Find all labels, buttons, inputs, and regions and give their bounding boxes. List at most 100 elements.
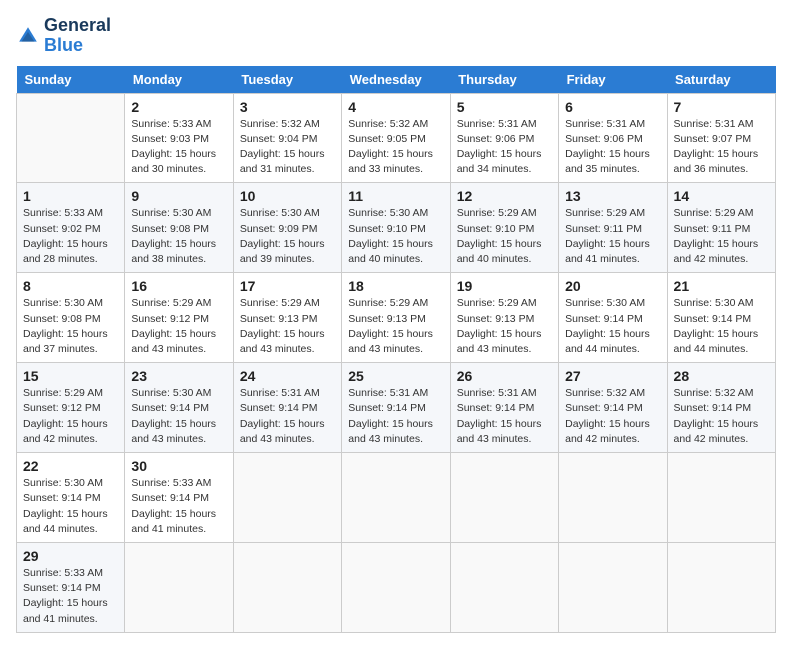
day-info: Sunrise: 5:29 AMSunset: 9:13 PMDaylight:… [348,296,443,357]
calendar-day-cell: 14 Sunrise: 5:29 AMSunset: 9:11 PMDayligh… [667,183,775,273]
calendar-day-cell: 23 Sunrise: 5:30 AMSunset: 9:14 PMDayligh… [125,363,233,453]
calendar-body: 2Sunrise: 5:33 AMSunset: 9:03 PMDaylight… [17,93,776,632]
day-info: Sunrise: 5:29 AMSunset: 9:11 PMDaylight:… [565,206,660,267]
day-info: Sunrise: 5:31 AMSunset: 9:14 PMDaylight:… [457,386,552,447]
page-header: General Blue [16,16,776,56]
day-info: Sunrise: 5:33 AMSunset: 9:03 PMDaylight:… [131,117,226,178]
calendar-header-cell: Monday [125,66,233,94]
day-info: Sunrise: 5:29 AMSunset: 9:13 PMDaylight:… [457,296,552,357]
day-number: 16 [131,278,226,294]
calendar-header-cell: Saturday [667,66,775,94]
calendar-day-cell: 11Sunrise: 5:30 AMSunset: 9:10 PMDayligh… [342,183,450,273]
calendar-week-row: 22Sunrise: 5:30 AMSunset: 9:14 PMDayligh… [17,453,776,543]
day-info: Sunrise: 5:30 AMSunset: 9:14 PMDaylight:… [131,386,226,447]
day-info: Sunrise: 5:33 AMSunset: 9:02 PMDaylight:… [23,206,118,267]
day-number: 10 [240,188,335,204]
calendar-day-cell: 9Sunrise: 5:30 AMSunset: 9:08 PMDaylight… [125,183,233,273]
day-info: Sunrise: 5:31 AMSunset: 9:06 PMDaylight:… [565,117,660,178]
calendar-day-cell: 29Sunrise: 5:33 AMSunset: 9:14 PMDayligh… [17,542,125,632]
calendar-day-cell [342,453,450,543]
calendar-day-cell: 12Sunrise: 5:29 AMSunset: 9:10 PMDayligh… [450,183,558,273]
calendar-day-cell: 16 Sunrise: 5:29 AMSunset: 9:12 PMDayligh… [125,273,233,363]
day-number: 5 [457,99,552,115]
day-info: Sunrise: 5:31 AMSunset: 9:14 PMDaylight:… [348,386,443,447]
day-info: Sunrise: 5:31 AMSunset: 9:06 PMDaylight:… [457,117,552,178]
calendar-day-cell [667,453,775,543]
day-number: 22 [23,458,118,474]
calendar-day-cell: 8 Sunrise: 5:30 AMSunset: 9:08 PMDaylight… [17,273,125,363]
calendar-day-cell [233,542,341,632]
calendar-day-cell [450,453,558,543]
calendar-day-cell: 19Sunrise: 5:29 AMSunset: 9:13 PMDayligh… [450,273,558,363]
day-number: 20 [565,278,660,294]
logo-icon [16,24,40,48]
calendar-day-cell: 21 Sunrise: 5:30 AMSunset: 9:14 PMDayligh… [667,273,775,363]
calendar-day-cell [450,542,558,632]
day-number: 13 [565,188,660,204]
day-number: 24 [240,368,335,384]
day-info: Sunrise: 5:29 AMSunset: 9:13 PMDaylight:… [240,296,335,357]
day-info: Sunrise: 5:30 AMSunset: 9:14 PMDaylight:… [674,296,769,357]
calendar-week-row: 2Sunrise: 5:33 AMSunset: 9:03 PMDaylight… [17,93,776,183]
calendar-week-row: 29Sunrise: 5:33 AMSunset: 9:14 PMDayligh… [17,542,776,632]
calendar-day-cell: 10 Sunrise: 5:30 AMSunset: 9:09 PMDayligh… [233,183,341,273]
day-info: Sunrise: 5:30 AMSunset: 9:08 PMDaylight:… [131,206,226,267]
day-number: 21 [674,278,769,294]
calendar-day-cell [342,542,450,632]
day-info: Sunrise: 5:30 AMSunset: 9:08 PMDaylight:… [23,296,118,357]
day-number: 26 [457,368,552,384]
calendar-week-row: 15 Sunrise: 5:29 AMSunset: 9:12 PMDayligh… [17,363,776,453]
day-number: 27 [565,368,660,384]
calendar-day-cell [233,453,341,543]
calendar-day-cell [559,453,667,543]
calendar-day-cell: 4 Sunrise: 5:32 AMSunset: 9:05 PMDaylight… [342,93,450,183]
day-info: Sunrise: 5:31 AMSunset: 9:07 PMDaylight:… [674,117,769,178]
calendar-day-cell: 27 Sunrise: 5:32 AMSunset: 9:14 PMDayligh… [559,363,667,453]
day-info: Sunrise: 5:30 AMSunset: 9:09 PMDaylight:… [240,206,335,267]
day-info: Sunrise: 5:29 AMSunset: 9:10 PMDaylight:… [457,206,552,267]
calendar-day-cell: 25 Sunrise: 5:31 AMSunset: 9:14 PMDayligh… [342,363,450,453]
calendar-day-cell: 20 Sunrise: 5:30 AMSunset: 9:14 PMDayligh… [559,273,667,363]
day-info: Sunrise: 5:32 AMSunset: 9:04 PMDaylight:… [240,117,335,178]
day-number: 25 [348,368,443,384]
calendar-day-cell: 22Sunrise: 5:30 AMSunset: 9:14 PMDayligh… [17,453,125,543]
day-number: 23 [131,368,226,384]
calendar-header-cell: Wednesday [342,66,450,94]
day-number: 3 [240,99,335,115]
day-number: 8 [23,278,118,294]
calendar-day-cell: 3 Sunrise: 5:32 AMSunset: 9:04 PMDaylight… [233,93,341,183]
calendar-day-cell: 18Sunrise: 5:29 AMSunset: 9:13 PMDayligh… [342,273,450,363]
calendar-day-cell: 15 Sunrise: 5:29 AMSunset: 9:12 PMDayligh… [17,363,125,453]
calendar-day-cell: 2Sunrise: 5:33 AMSunset: 9:03 PMDaylight… [125,93,233,183]
day-number: 1 [23,188,118,204]
day-number: 15 [23,368,118,384]
day-info: Sunrise: 5:29 AMSunset: 9:12 PMDaylight:… [23,386,118,447]
calendar-day-cell: 28 Sunrise: 5:32 AMSunset: 9:14 PMDayligh… [667,363,775,453]
day-info: Sunrise: 5:32 AMSunset: 9:05 PMDaylight:… [348,117,443,178]
calendar-header-row: SundayMondayTuesdayWednesdayThursdayFrid… [17,66,776,94]
day-info: Sunrise: 5:31 AMSunset: 9:14 PMDaylight:… [240,386,335,447]
day-info: Sunrise: 5:30 AMSunset: 9:10 PMDaylight:… [348,206,443,267]
day-info: Sunrise: 5:30 AMSunset: 9:14 PMDaylight:… [565,296,660,357]
day-number: 30 [131,458,226,474]
day-info: Sunrise: 5:32 AMSunset: 9:14 PMDaylight:… [674,386,769,447]
calendar-day-cell: 17Sunrise: 5:29 AMSunset: 9:13 PMDayligh… [233,273,341,363]
day-info: Sunrise: 5:29 AMSunset: 9:12 PMDaylight:… [131,296,226,357]
calendar-header-cell: Tuesday [233,66,341,94]
day-info: Sunrise: 5:33 AMSunset: 9:14 PMDaylight:… [131,476,226,537]
calendar-day-cell: 7 Sunrise: 5:31 AMSunset: 9:07 PMDaylight… [667,93,775,183]
calendar-day-cell [667,542,775,632]
day-number: 7 [674,99,769,115]
logo: General Blue [16,16,111,56]
day-number: 4 [348,99,443,115]
day-number: 14 [674,188,769,204]
calendar-day-cell: 26 Sunrise: 5:31 AMSunset: 9:14 PMDayligh… [450,363,558,453]
calendar-day-cell [17,93,125,183]
calendar-day-cell: 13 Sunrise: 5:29 AMSunset: 9:11 PMDayligh… [559,183,667,273]
calendar-day-cell: 30 Sunrise: 5:33 AMSunset: 9:14 PMDayligh… [125,453,233,543]
calendar-day-cell: 6Sunrise: 5:31 AMSunset: 9:06 PMDaylight… [559,93,667,183]
day-number: 28 [674,368,769,384]
calendar-table: SundayMondayTuesdayWednesdayThursdayFrid… [16,66,776,633]
day-info: Sunrise: 5:32 AMSunset: 9:14 PMDaylight:… [565,386,660,447]
day-info: Sunrise: 5:29 AMSunset: 9:11 PMDaylight:… [674,206,769,267]
